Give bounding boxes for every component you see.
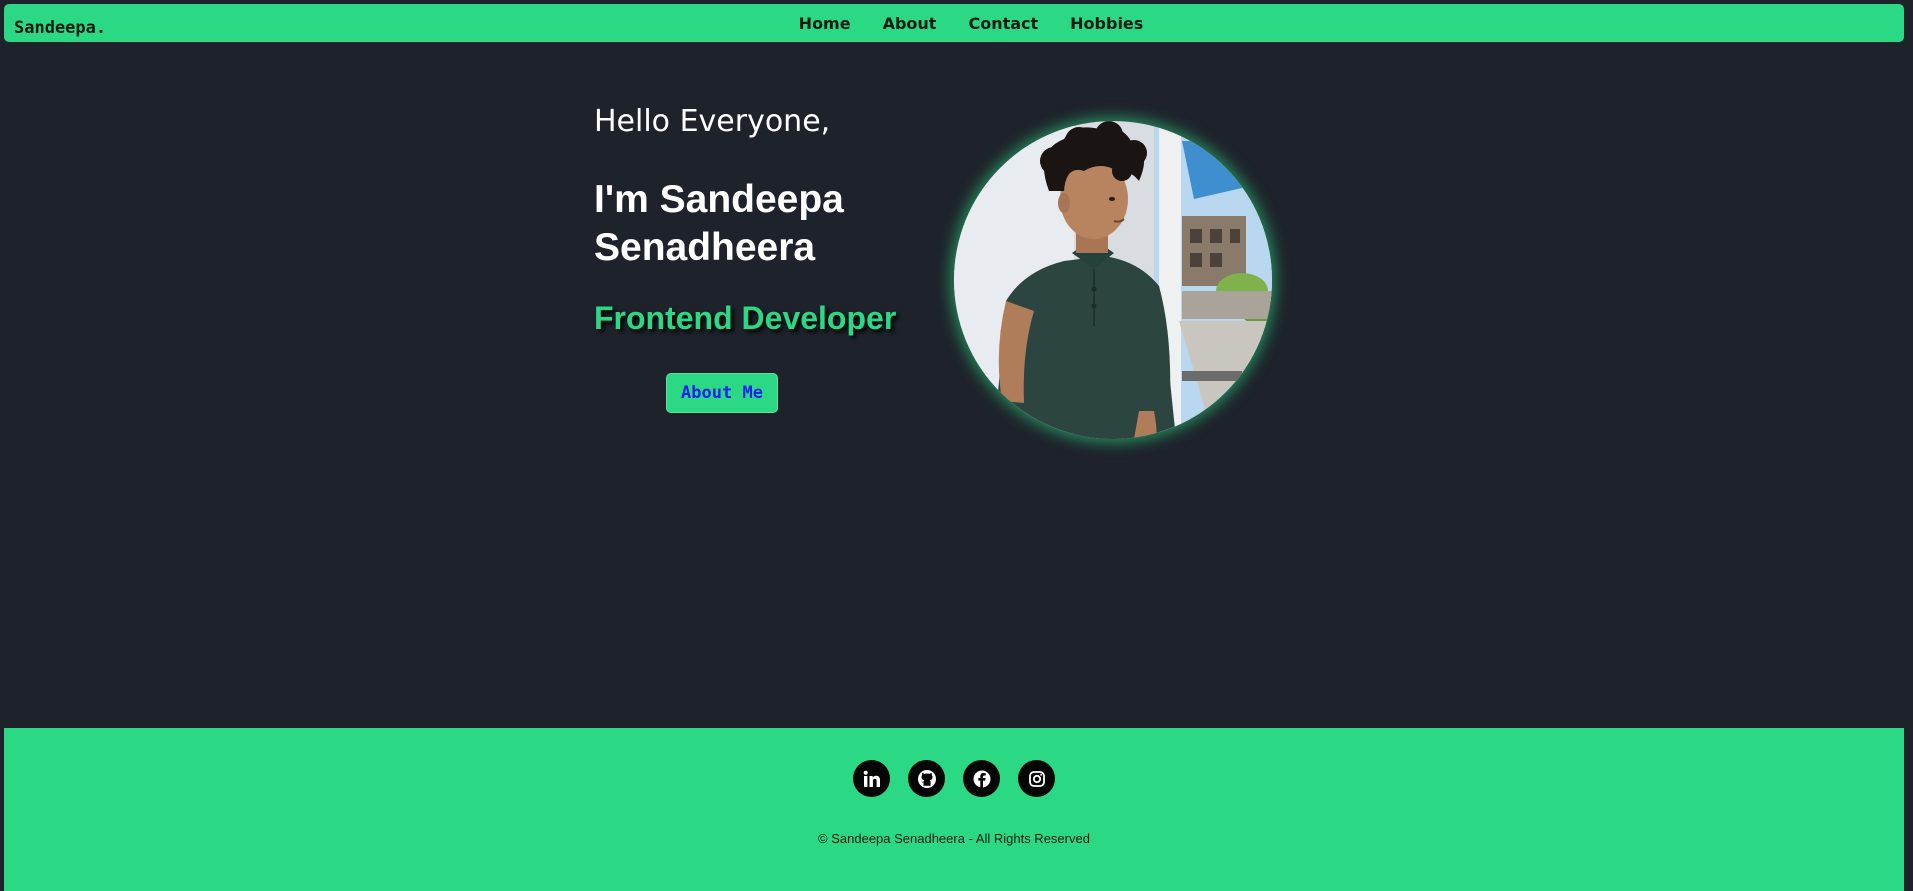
linkedin-icon[interactable] — [853, 760, 890, 797]
instagram-icon[interactable] — [1018, 760, 1055, 797]
copyright-text: © Sandeepa Senadheera - All Rights Reser… — [818, 831, 1090, 846]
footer: © Sandeepa Senadheera - All Rights Reser… — [4, 728, 1904, 891]
hero-name-line2: Senadheera — [594, 226, 816, 269]
navbar: Sandeepa. Home About Contact Hobbies — [4, 4, 1904, 42]
about-me-button[interactable]: About Me — [666, 373, 778, 413]
hero-name-line1: I'm Sandeepa — [594, 178, 844, 221]
hero-name: I'm Sandeepa Senadheera — [594, 176, 894, 272]
nav-links: Home About Contact Hobbies — [4, 4, 1904, 42]
nav-link-about[interactable]: About — [883, 14, 937, 33]
portrait-illustration — [954, 121, 1272, 439]
facebook-icon[interactable] — [963, 760, 1000, 797]
social-links — [4, 760, 1904, 797]
nav-link-hobbies[interactable]: Hobbies — [1070, 14, 1143, 33]
nav-link-home[interactable]: Home — [799, 14, 851, 33]
hero-greeting: Hello Everyone, — [594, 104, 831, 139]
hero-role: Frontend Developer — [594, 300, 897, 336]
profile-photo — [954, 121, 1272, 439]
github-icon[interactable] — [908, 760, 945, 797]
nav-link-contact[interactable]: Contact — [968, 14, 1038, 33]
hero-section: Hello Everyone, I'm Sandeepa Senadheera … — [594, 100, 914, 413]
